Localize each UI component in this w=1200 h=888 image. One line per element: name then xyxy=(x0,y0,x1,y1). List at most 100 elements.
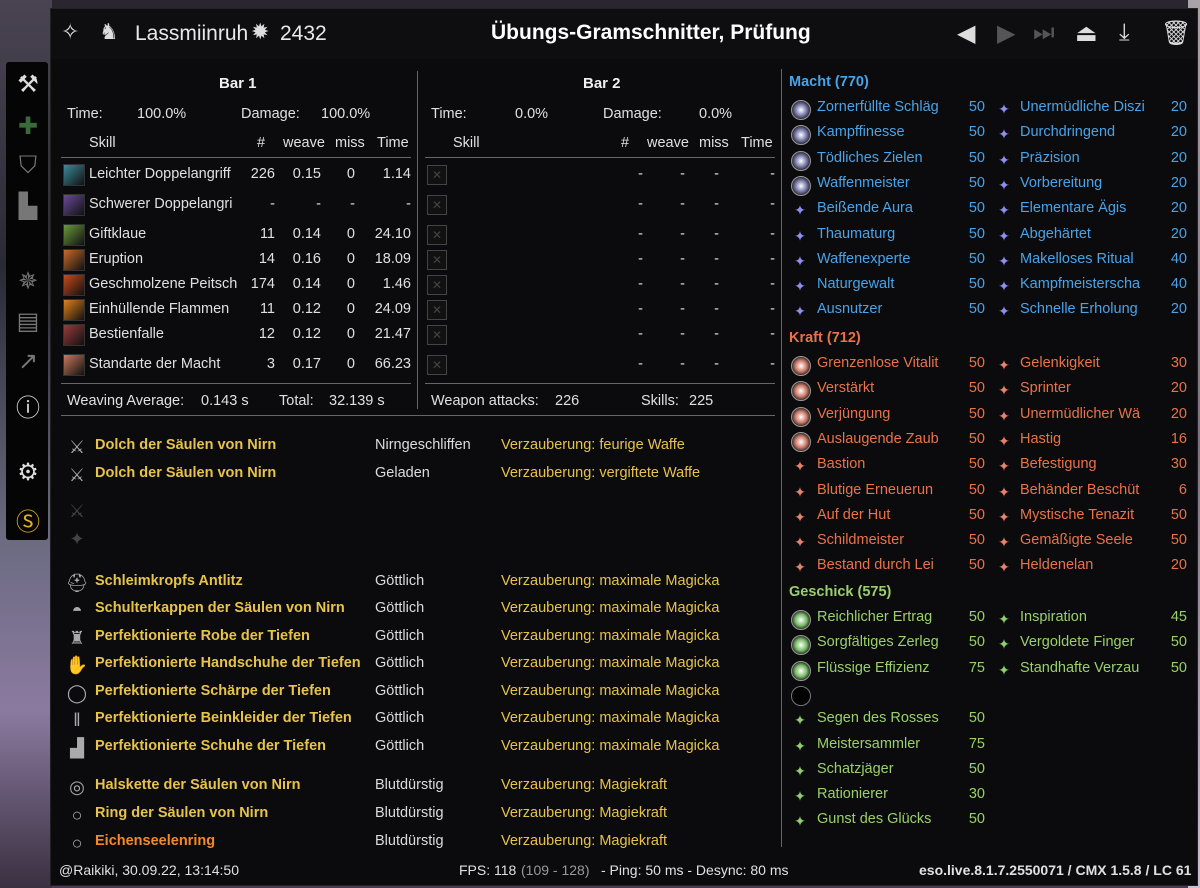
cp-star-name[interactable]: Gemäßigte Seele xyxy=(1020,532,1133,548)
passive-star-icon[interactable]: ✦ xyxy=(995,483,1013,501)
cp-star-name[interactable]: Auf der Hut xyxy=(817,507,890,523)
slotted-star-icon[interactable] xyxy=(791,100,811,120)
passive-star-icon[interactable]: ✦ xyxy=(995,100,1013,118)
cp-star-name[interactable]: Blutige Erneuerun xyxy=(817,482,933,498)
next-fight-button[interactable]: ▶ xyxy=(997,19,1015,48)
cp-star-name[interactable]: Präzision xyxy=(1020,150,1080,166)
passive-star-icon[interactable]: ✦ xyxy=(995,252,1013,270)
passive-star-icon[interactable]: ✦ xyxy=(791,737,809,755)
axe-icon[interactable]: ⚒ xyxy=(14,70,42,99)
cp-star-name[interactable]: Hastig xyxy=(1020,431,1061,447)
burst-icon[interactable]: ✵ xyxy=(14,267,42,296)
passive-star-icon[interactable]: ✦ xyxy=(791,558,809,576)
passive-star-icon[interactable]: ✦ xyxy=(791,787,809,805)
cp-star-name[interactable]: Waffenexperte xyxy=(817,251,911,267)
passive-star-icon[interactable]: ✦ xyxy=(791,201,809,219)
passive-star-icon[interactable]: ✦ xyxy=(995,407,1013,425)
passive-star-icon[interactable]: ✦ xyxy=(995,302,1013,320)
last-fight-button[interactable]: ⏭ xyxy=(1033,19,1055,47)
cp-star-name[interactable]: Beißende Aura xyxy=(817,200,913,216)
slotted-star-icon[interactable] xyxy=(791,381,811,402)
passive-star-icon[interactable]: ✦ xyxy=(995,381,1013,399)
passive-star-icon[interactable]: ✦ xyxy=(995,635,1013,653)
passive-star-icon[interactable]: ✦ xyxy=(791,762,809,780)
cp-star-name[interactable]: Waffenmeister xyxy=(817,175,910,191)
slotted-star-icon[interactable] xyxy=(791,125,811,146)
cp-star-name[interactable]: Tödliches Zielen xyxy=(817,150,923,166)
cp-star-name[interactable]: Unermüdlicher Wä xyxy=(1020,406,1140,422)
passive-star-icon[interactable]: ✦ xyxy=(995,227,1013,245)
cp-star-name[interactable]: Unermüdliche Diszi xyxy=(1020,99,1145,115)
cp-star-name[interactable]: Flüssige Effizienz xyxy=(817,660,930,676)
cp-star-name[interactable]: Bastion xyxy=(817,456,865,472)
cp-star-name[interactable]: Gelenkigkeit xyxy=(1020,355,1100,371)
passive-star-icon[interactable]: ✦ xyxy=(791,711,809,729)
cp-star-name[interactable]: Schildmeister xyxy=(817,532,904,548)
empty-slot-icon[interactable] xyxy=(791,685,811,706)
slotted-star-icon[interactable] xyxy=(791,431,811,452)
prev-fight-button[interactable]: ◀ xyxy=(957,19,975,48)
passive-star-icon[interactable]: ✦ xyxy=(791,302,809,320)
passive-star-icon[interactable]: ✦ xyxy=(995,277,1013,295)
info-icon[interactable]: ⓘ xyxy=(14,388,42,423)
graph-icon[interactable]: ↗ xyxy=(14,347,42,376)
passive-star-icon[interactable]: ✦ xyxy=(791,252,809,270)
passive-star-icon[interactable]: ✦ xyxy=(791,533,809,551)
cp-star-name[interactable]: Naturgewalt xyxy=(817,276,894,292)
trash-icon[interactable]: 🗑 xyxy=(1161,19,1191,48)
cp-star-name[interactable]: Standhafte Verzau xyxy=(1020,660,1139,676)
cp-star-name[interactable]: Kampffinesse xyxy=(817,124,905,140)
cp-star-name[interactable]: Segen des Rosses xyxy=(817,710,939,726)
cp-star-name[interactable]: Durchdringend xyxy=(1020,124,1115,140)
passive-star-icon[interactable]: ✦ xyxy=(791,277,809,295)
cp-star-name[interactable]: Sorgfältiges Zerleg xyxy=(817,634,939,650)
cp-star-name[interactable]: Thaumaturg xyxy=(817,226,895,242)
slotted-star-icon[interactable] xyxy=(791,175,811,196)
cp-star-name[interactable]: Makelloses Ritual xyxy=(1020,251,1134,267)
cp-star-name[interactable]: Bestand durch Lei xyxy=(817,557,934,573)
passive-star-icon[interactable]: ✦ xyxy=(995,508,1013,526)
passive-star-icon[interactable]: ✦ xyxy=(995,661,1013,679)
cp-star-name[interactable]: Sprinter xyxy=(1020,380,1071,396)
cp-star-name[interactable]: Elementare Ägis xyxy=(1020,200,1126,216)
cp-star-name[interactable]: Schnelle Erholung xyxy=(1020,301,1138,317)
scroll-icon[interactable]: ▤ xyxy=(14,307,42,336)
slotted-star-icon[interactable] xyxy=(791,660,811,681)
settings-gear-icon[interactable]: ⚙ xyxy=(14,458,42,487)
cp-star-name[interactable]: Verstärkt xyxy=(817,380,874,396)
cp-star-name[interactable]: Rationierer xyxy=(817,786,888,802)
passive-star-icon[interactable]: ✦ xyxy=(995,533,1013,551)
heal-cross-icon[interactable]: ✚ xyxy=(14,112,42,141)
slotted-star-icon[interactable] xyxy=(791,635,811,656)
cp-star-name[interactable]: Meistersammler xyxy=(817,736,920,752)
cp-star-name[interactable]: Inspiration xyxy=(1020,609,1087,625)
slotted-star-icon[interactable] xyxy=(791,406,811,427)
cp-star-name[interactable]: Abgehärtet xyxy=(1020,226,1091,242)
passive-star-icon[interactable]: ✦ xyxy=(995,201,1013,219)
passive-star-icon[interactable]: ✦ xyxy=(995,356,1013,374)
cp-star-name[interactable]: Reichlicher Ertrag xyxy=(817,609,932,625)
passive-star-icon[interactable]: ✦ xyxy=(791,483,809,501)
cp-star-name[interactable]: Kampfmeisterscha xyxy=(1020,276,1140,292)
cp-star-name[interactable]: Ausnutzer xyxy=(817,301,882,317)
passive-star-icon[interactable]: ✦ xyxy=(995,176,1013,194)
passive-star-icon[interactable]: ✦ xyxy=(791,508,809,526)
stats-icon[interactable]: ▙ xyxy=(14,192,42,221)
passive-star-icon[interactable]: ✦ xyxy=(995,457,1013,475)
s-coin-icon[interactable]: Ⓢ xyxy=(14,502,42,537)
slotted-star-icon[interactable] xyxy=(791,150,811,171)
passive-star-icon[interactable]: ✦ xyxy=(995,610,1013,628)
slotted-star-icon[interactable] xyxy=(791,610,811,630)
passive-star-icon[interactable]: ✦ xyxy=(995,558,1013,576)
passive-star-icon[interactable]: ✦ xyxy=(791,227,809,245)
passive-star-icon[interactable]: ✦ xyxy=(995,151,1013,169)
cp-star-name[interactable]: Auslaugende Zaub xyxy=(817,431,939,447)
shield-icon[interactable]: ⛉ xyxy=(14,152,42,180)
cp-star-name[interactable]: Vergoldete Finger xyxy=(1020,634,1134,650)
cp-star-name[interactable]: Heldenelan xyxy=(1020,557,1093,573)
passive-star-icon[interactable]: ✦ xyxy=(995,432,1013,450)
cp-star-name[interactable]: Vorbereitung xyxy=(1020,175,1102,191)
passive-star-icon[interactable]: ✦ xyxy=(995,125,1013,143)
slotted-star-icon[interactable] xyxy=(791,356,811,376)
cp-star-name[interactable]: Mystische Tenazit xyxy=(1020,507,1134,523)
